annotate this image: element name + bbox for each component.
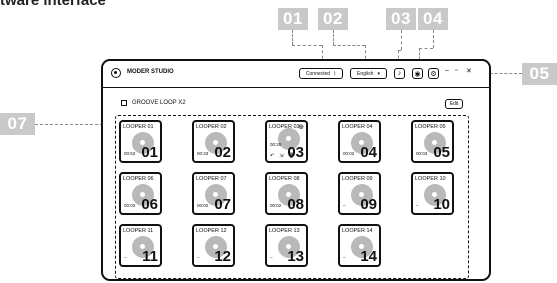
add-icon[interactable]: ⊕ — [298, 123, 304, 131]
title-bar: MODER STUDIO Connected ᛒ English ▾ ♪ ◉ ⚙… — [103, 61, 489, 88]
looper-number: 08 — [287, 196, 304, 213]
looper-tile[interactable]: LOOPER 05 00:03 05 — [411, 120, 454, 163]
looper-number: 09 — [360, 196, 377, 213]
looper-time: 00:02 — [197, 203, 209, 208]
import-icon[interactable]: ⇲ — [279, 153, 283, 159]
looper-name: LOOPER 05 — [415, 124, 446, 130]
looper-time: 00:02 — [124, 203, 136, 208]
looper-name: LOOPER 02 — [196, 124, 227, 130]
looper-number: 06 — [141, 196, 158, 213]
record-button[interactable]: ◉ — [412, 68, 423, 79]
minimize-button[interactable]: – — [445, 67, 449, 74]
looper-number: 05 — [433, 144, 450, 161]
app-window: MODER STUDIO Connected ᛒ English ▾ ♪ ◉ ⚙… — [101, 59, 491, 281]
looper-tile[interactable]: LOOPER 10 – 10 — [411, 172, 454, 215]
headphones-icon: ♪ — [397, 70, 402, 77]
headphones-button[interactable]: ♪ — [394, 68, 405, 79]
looper-time: – — [343, 255, 346, 260]
looper-tile[interactable]: LOOPER 11 – 11 — [119, 224, 162, 267]
leader-03 — [401, 30, 402, 50]
callout-05: 05 — [522, 63, 557, 85]
looper-time: – — [124, 255, 127, 260]
leader-01b — [292, 45, 322, 46]
looper-tile[interactable]: LOOPER 12 – 12 — [192, 224, 235, 267]
looper-number: 01 — [141, 144, 158, 161]
looper-grid: LOOPER 01 00:53 01 LOOPER 02 00:43 02 LOOPER 0… — [115, 115, 469, 279]
looper-time: – — [416, 203, 419, 208]
settings-icon: ⚙ — [430, 70, 437, 78]
looper-name: LOOPER 10 — [415, 176, 446, 182]
looper-name: LOOPER 06 — [123, 176, 154, 182]
callout-01: 01 — [278, 8, 308, 30]
looper-tile[interactable]: LOOPER 14 – 14 — [338, 224, 381, 267]
looper-number: 02 — [214, 144, 231, 161]
close-button[interactable]: ✕ — [466, 67, 472, 75]
maximize-button[interactable]: ▫ — [455, 67, 457, 74]
dropdown-icon: ▾ — [377, 70, 380, 77]
callout-02: 02 — [318, 8, 348, 30]
leader-02b — [333, 45, 365, 46]
leader-02 — [333, 30, 334, 45]
looper-time: – — [197, 255, 200, 260]
looper-tile[interactable]: LOOPER 13 – 13 — [265, 224, 308, 267]
bluetooth-icon: ᛒ — [333, 70, 337, 77]
looper-tools: ↶ ⇲ 🗑 — [270, 153, 300, 159]
looper-time: 00:02 — [270, 203, 282, 208]
callout-07: 07 — [0, 113, 35, 135]
looper-name: LOOPER 04 — [342, 124, 373, 130]
looper-tile[interactable]: LOOPER 06 00:02 06 — [119, 172, 162, 215]
record-icon: ◉ — [414, 70, 421, 78]
callout-04: 04 — [418, 8, 448, 30]
looper-name: LOOPER 07 — [196, 176, 227, 182]
looper-time: 00:03 — [416, 151, 428, 156]
group-icon — [121, 100, 127, 106]
connection-status-button[interactable]: Connected ᛒ — [299, 68, 343, 79]
page-heading: tware interface — [0, 0, 106, 9]
looper-tile[interactable]: LOOPER 08 00:02 08 — [265, 172, 308, 215]
trash-icon[interactable]: 🗑 — [288, 153, 294, 159]
looper-tile[interactable]: LOOPER 02 00:43 02 — [192, 120, 235, 163]
settings-button[interactable]: ⚙ — [428, 68, 439, 79]
leader-04 — [433, 30, 434, 48]
looper-tile[interactable]: LOOPER 04 00:02 04 — [338, 120, 381, 163]
undo-icon[interactable]: ↶ — [270, 153, 274, 159]
looper-time: 00:20 — [270, 142, 282, 147]
looper-name: LOOPER 08 — [269, 176, 300, 182]
looper-name: LOOPER 13 — [269, 228, 300, 234]
looper-time: 00:02 — [343, 151, 355, 156]
looper-number: 14 — [360, 248, 377, 265]
looper-number: 13 — [287, 248, 304, 265]
looper-time: 00:43 — [197, 151, 209, 156]
looper-tile[interactable]: LOOPER 09 – 09 — [338, 172, 381, 215]
callout-03: 03 — [386, 8, 416, 30]
looper-tile[interactable]: LOOPER 01 00:53 01 — [119, 120, 162, 163]
leader-04b — [419, 48, 433, 49]
language-select[interactable]: English ▾ — [350, 68, 387, 79]
looper-number: 07 — [214, 196, 231, 213]
language-value: English — [357, 70, 374, 77]
looper-number: 11 — [142, 248, 158, 265]
looper-number: 12 — [214, 248, 231, 265]
looper-number: 04 — [360, 144, 377, 161]
logo-icon — [111, 68, 121, 78]
looper-name: LOOPER 01 — [123, 124, 154, 130]
group-title: GROOVE LOOP X2 — [132, 100, 186, 106]
looper-name: LOOPER 14 — [342, 228, 373, 234]
looper-time: 00:53 — [124, 151, 136, 156]
edit-button[interactable]: Edit — [445, 99, 463, 109]
looper-tile[interactable]: LOOPER 07 00:02 07 — [192, 172, 235, 215]
looper-name: LOOPER 09 — [342, 176, 373, 182]
leader-01 — [292, 30, 293, 45]
looper-name: LOOPER 12 — [196, 228, 227, 234]
looper-time: – — [343, 203, 346, 208]
looper-number: 10 — [433, 196, 450, 213]
app-title: MODER STUDIO — [127, 69, 174, 75]
connection-label: Connected — [305, 70, 331, 77]
looper-tile[interactable]: LOOPER 03 00:20 03 ⊕ ↶ ⇲ 🗑 — [265, 120, 308, 163]
looper-time: – — [270, 255, 273, 260]
group-header: GROOVE LOOP X2 — [121, 100, 186, 106]
looper-name: LOOPER 11 — [123, 228, 154, 234]
